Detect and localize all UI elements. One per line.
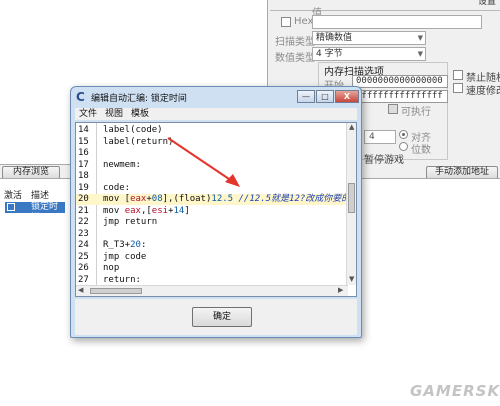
annotation-arrow: [167, 137, 240, 187]
watermark: GAMERSKY: [410, 382, 500, 400]
